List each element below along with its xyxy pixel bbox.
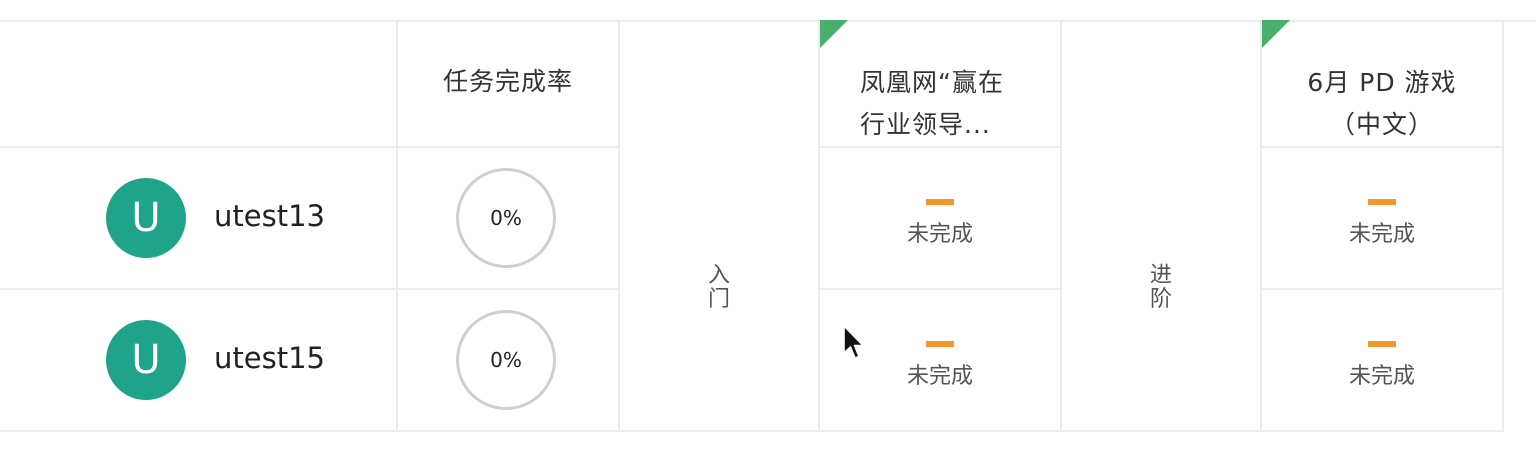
avatar: U: [106, 178, 186, 258]
task-status-cell[interactable]: 未完成: [1262, 148, 1504, 290]
user-cell-2[interactable]: U utest15: [0, 290, 398, 432]
level-label-char: 入: [707, 263, 730, 288]
user-cell-1[interactable]: U utest13: [0, 148, 398, 290]
incomplete-dash-icon: [926, 341, 954, 347]
level-label-char: 门: [707, 287, 730, 312]
incomplete-dash-icon: [926, 199, 954, 205]
progress-table: 任务完成率 入 门 凤凰网“赢在 行业领导... 进 阶 6月 PD 游戏 （中…: [0, 0, 1536, 468]
task-status-label: 未完成: [1348, 222, 1415, 247]
completion-rate-ring: 0%: [456, 310, 556, 410]
completion-rate-cell-1: 0%: [398, 148, 620, 290]
completion-rate-header-label: 任务完成率: [442, 67, 573, 96]
level-label-advanced: 进 阶: [1062, 264, 1260, 312]
task-status-cell[interactable]: 未完成: [820, 290, 1062, 432]
task-title-2-line1: 6月 PD 游戏: [1307, 68, 1457, 97]
task-header-2[interactable]: 6月 PD 游戏 （中文）: [1262, 20, 1504, 148]
level-cell-beginner: 入 门: [620, 20, 820, 432]
task-title-1[interactable]: 凤凰网“赢在 行业领导...: [860, 62, 1050, 146]
level-label-char: 阶: [1149, 287, 1172, 312]
level-label-beginner: 入 门: [620, 264, 818, 312]
user-column-header: [0, 20, 398, 148]
completion-rate-cell-2: 0%: [398, 290, 620, 432]
task-marker-icon: [820, 20, 848, 48]
completion-rate-header: 任务完成率: [398, 20, 620, 148]
completion-rate-ring: 0%: [456, 168, 556, 268]
task-status-cell[interactable]: 未完成: [1262, 290, 1504, 432]
task-marker-icon: [1262, 20, 1290, 48]
username[interactable]: utest13: [214, 196, 325, 236]
task-header-1[interactable]: 凤凰网“赢在 行业领导...: [820, 20, 1062, 148]
username[interactable]: utest15: [214, 338, 325, 378]
task-status-label: 未完成: [1348, 364, 1415, 389]
incomplete-dash-icon: [1368, 341, 1396, 347]
task-title-1-line1: 凤凰网“赢在: [860, 68, 1004, 97]
avatar: U: [106, 320, 186, 400]
level-cell-advanced: 进 阶: [1062, 20, 1262, 432]
task-status-label: 未完成: [906, 364, 973, 389]
task-title-1-line2: 行业领导...: [860, 110, 991, 139]
level-label-char: 进: [1149, 263, 1172, 288]
mouse-pointer-icon: [843, 325, 864, 359]
task-status-label: 未完成: [906, 222, 973, 247]
incomplete-dash-icon: [1368, 199, 1396, 205]
task-status-cell[interactable]: 未完成: [820, 148, 1062, 290]
task-title-2-line2: （中文）: [1329, 110, 1434, 139]
task-title-2[interactable]: 6月 PD 游戏 （中文）: [1262, 62, 1502, 146]
